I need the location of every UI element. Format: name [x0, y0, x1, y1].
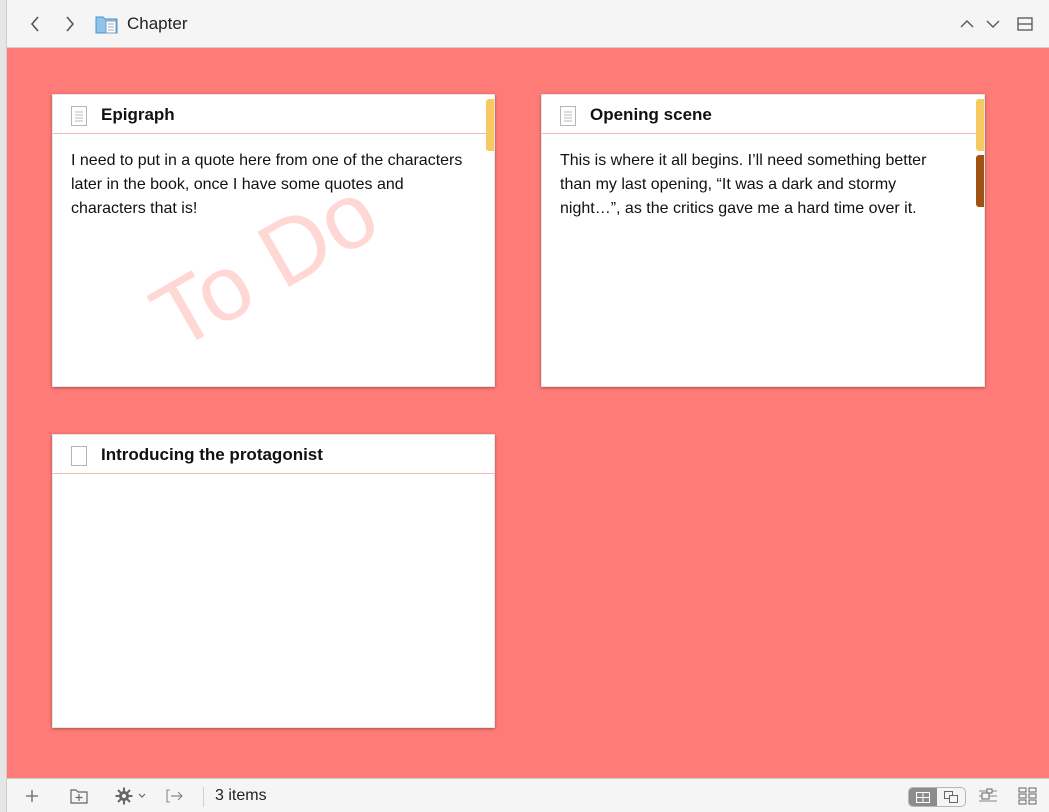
plus-icon	[26, 790, 38, 802]
export-button[interactable]	[165, 785, 185, 807]
index-card-opening-scene[interactable]: Opening scene This is where it all begin…	[541, 94, 985, 387]
item-count: 3 items	[215, 787, 267, 804]
card-title[interactable]: Epigraph	[101, 105, 175, 125]
page-title: Chapter	[127, 14, 188, 33]
scrivener-window: Chapter To Do Epigraph I need to put in …	[0, 0, 1049, 812]
chevron-down-icon	[138, 793, 146, 798]
card-synopsis[interactable]: I need to put in a quote here from one o…	[71, 149, 468, 221]
previous-document-button[interactable]	[957, 13, 977, 35]
chevron-up-icon	[960, 20, 974, 28]
folder-plus-icon	[70, 789, 88, 804]
index-card-introducing-protagonist[interactable]: Introducing the protagonist	[52, 434, 495, 728]
empty-document-icon	[71, 446, 87, 466]
arrow-right-icon	[166, 789, 183, 803]
document-title-area[interactable]: Chapter	[95, 12, 187, 36]
add-folder-button[interactable]	[69, 785, 89, 807]
label-tab-yellow	[486, 99, 494, 151]
chevron-right-icon	[66, 16, 75, 32]
settings-menu-button[interactable]	[111, 785, 151, 807]
corkboard-options-icon	[1018, 787, 1037, 805]
chevron-down-icon	[986, 20, 1000, 28]
text-document-icon	[560, 106, 576, 126]
footer-bar: 3 items	[7, 778, 1049, 812]
editor-header-bar: Chapter	[7, 0, 1049, 48]
corkboard[interactable]: To Do Epigraph I need to put in a quote …	[7, 48, 1049, 778]
back-button[interactable]	[25, 13, 45, 35]
card-header: Opening scene	[542, 95, 984, 134]
text-document-icon	[71, 106, 87, 126]
label-tab-brown	[976, 155, 984, 207]
split-editor-icon	[1017, 17, 1033, 31]
forward-button[interactable]	[60, 13, 80, 35]
outliner-view-button[interactable]	[977, 785, 999, 807]
freeform-icon	[944, 791, 958, 803]
corkboard-options-button[interactable]	[1017, 785, 1039, 807]
card-header: Introducing the protagonist	[53, 435, 494, 474]
card-title[interactable]: Introducing the protagonist	[101, 445, 323, 465]
card-synopsis[interactable]: This is where it all begins. I’ll need s…	[560, 149, 958, 221]
add-button[interactable]	[23, 785, 41, 807]
index-card-epigraph[interactable]: To Do Epigraph I need to put in a quote …	[52, 94, 495, 387]
gear-icon	[115, 787, 133, 805]
corkboard-mode-toggle[interactable]	[908, 787, 966, 807]
split-editor-button[interactable]	[1015, 13, 1035, 35]
next-document-button[interactable]	[983, 13, 1003, 35]
window-left-edge	[0, 0, 7, 812]
chevron-left-icon	[30, 16, 39, 32]
footer-divider	[203, 787, 204, 807]
card-title[interactable]: Opening scene	[590, 105, 712, 125]
label-tab-yellow	[976, 99, 984, 151]
folder-document-icon	[95, 16, 118, 34]
grid-view-button[interactable]	[909, 788, 937, 806]
freeform-view-button[interactable]	[937, 788, 965, 806]
card-header: Epigraph	[53, 95, 494, 134]
grid-icon	[916, 791, 930, 803]
outliner-icon	[979, 788, 997, 802]
